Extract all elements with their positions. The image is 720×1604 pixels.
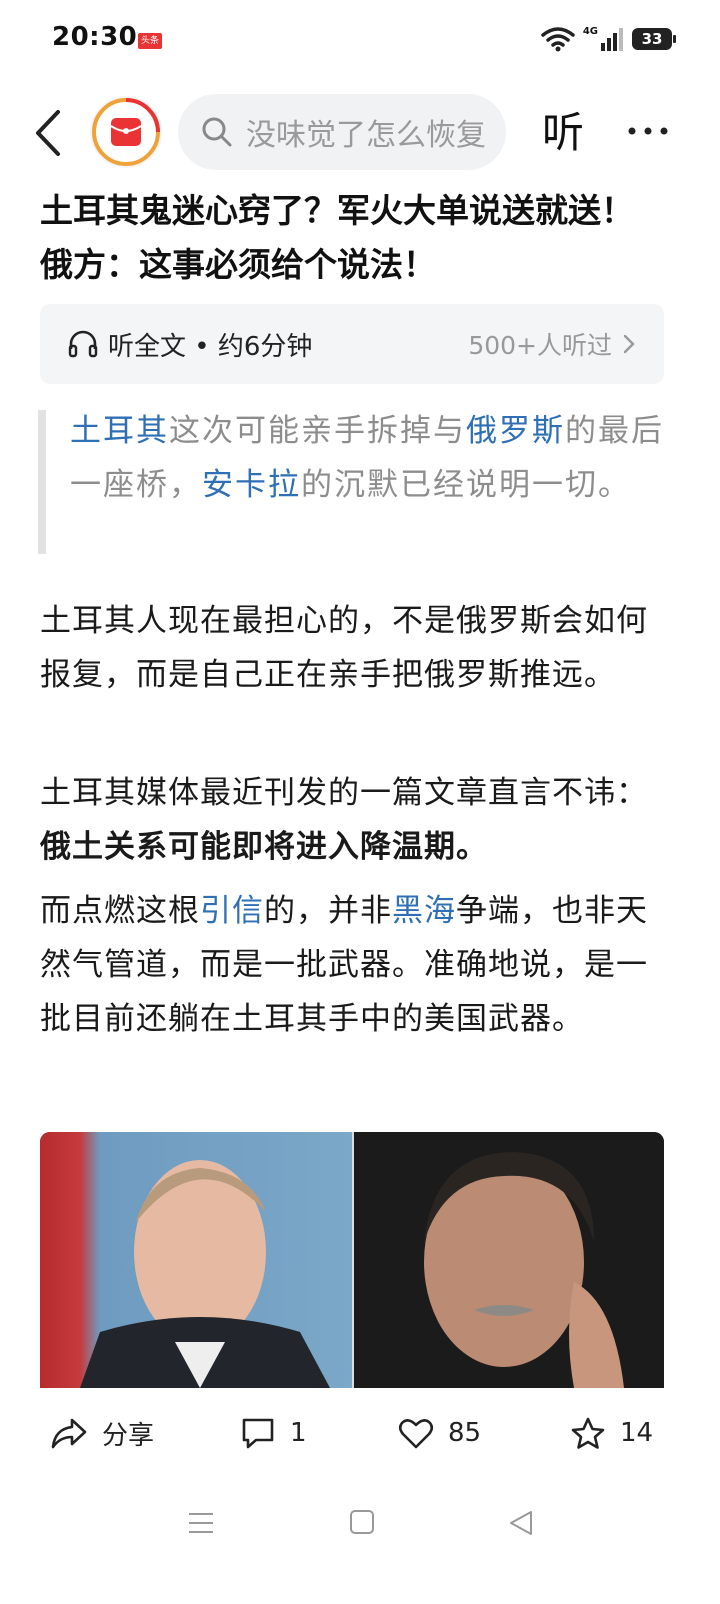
comment-button[interactable]: 1 — [240, 1398, 307, 1468]
network-type: 4G — [582, 25, 598, 37]
paragraph-3: 而点燃这根引信的，并非黑海争端，也非天然气管道，而是一批武器。准确地说，是一批目… — [40, 884, 666, 1046]
menu-lines-icon — [189, 1513, 213, 1533]
audio-listeners: 500+人听过 — [468, 331, 612, 360]
chevron-left-icon — [36, 110, 60, 156]
article-quote: 土耳其这次可能亲手拆掉与俄罗斯的最后一座桥，安卡拉的沉默已经说明一切。 — [70, 404, 668, 512]
paragraph-3-text: 的，并非 — [264, 893, 392, 929]
star-icon — [571, 1417, 605, 1449]
battery-icon: 33 — [632, 28, 676, 50]
triangle-back-icon — [510, 1511, 532, 1535]
chevron-right-icon — [623, 334, 635, 354]
author-avatar[interactable] — [90, 96, 162, 168]
share-label: 分享 — [102, 1420, 155, 1451]
signal-icon — [601, 28, 623, 51]
search-placeholder: 没味觉了怎么恢复 — [246, 118, 486, 153]
paragraph-1: 土耳其人现在最担心的，不是俄罗斯会如何报复，而是自己正在亲手把俄罗斯推远。 — [40, 603, 648, 693]
paragraph-2: 土耳其媒体最近刊发的一篇文章直言不讳： 俄土关系可能即将进入降温期。 — [40, 766, 666, 874]
link-russia[interactable]: 俄罗斯 — [466, 413, 565, 449]
comment-count: 1 — [290, 1418, 307, 1448]
portrait-left — [40, 1132, 352, 1388]
article-image[interactable] — [40, 1132, 664, 1388]
back-button[interactable] — [28, 108, 68, 158]
quote-text: 的沉默已经说明一切。 — [301, 467, 631, 503]
favorite-button[interactable]: 14 — [570, 1398, 653, 1468]
favorite-count: 14 — [620, 1418, 654, 1448]
search-icon — [202, 117, 232, 147]
app-badge: 头条 — [138, 33, 162, 49]
quote-text: 这次可能亲手拆掉与 — [169, 413, 466, 449]
status-icons: 4G 33 — [541, 25, 676, 52]
share-icon — [51, 1418, 87, 1449]
square-icon — [350, 1510, 374, 1534]
like-button[interactable]: 85 — [398, 1398, 481, 1468]
system-back-button[interactable] — [506, 1508, 536, 1538]
portrait-right — [354, 1132, 664, 1388]
home-button[interactable] — [348, 1508, 376, 1536]
link-fuse[interactable]: 引信 — [200, 893, 264, 929]
more-options-button[interactable] — [626, 116, 670, 146]
link-ankara[interactable]: 安卡拉 — [202, 467, 301, 503]
search-input[interactable]: 没味觉了怎么恢复 — [178, 94, 506, 170]
paragraph-3-text: 而点燃这根 — [40, 893, 200, 929]
wifi-icon — [541, 27, 575, 52]
recent-apps-button[interactable] — [186, 1508, 216, 1538]
link-black-sea[interactable]: 黑海 — [392, 893, 456, 929]
listen-button[interactable]: 听 — [542, 108, 584, 158]
comment-icon — [242, 1418, 274, 1449]
headphones-icon — [68, 330, 98, 358]
action-bar: 分享 1 85 14 — [40, 1398, 680, 1468]
more-dots-icon — [628, 127, 668, 135]
article-title: 土耳其鬼迷心窍了？军火大单说送就送！俄方：这事必须给个说法！ — [40, 191, 634, 284]
quote-bar — [38, 410, 46, 554]
like-count: 85 — [448, 1418, 482, 1448]
audio-label: 听全文 • 约6分钟 — [108, 331, 313, 362]
listen-full-text-bar[interactable]: 听全文 • 约6分钟 500+人听过 — [40, 304, 664, 384]
link-turkey[interactable]: 土耳其 — [70, 413, 169, 449]
share-button[interactable]: 分享 — [50, 1398, 154, 1468]
paragraph-2-text: 土耳其媒体最近刊发的一篇文章直言不讳： — [40, 775, 648, 811]
status-time: 20:30 — [52, 22, 138, 52]
heart-icon — [398, 1419, 434, 1449]
paragraph-2-bold: 俄土关系可能即将进入降温期。 — [40, 829, 488, 865]
redpacket-logo-icon — [92, 98, 160, 166]
